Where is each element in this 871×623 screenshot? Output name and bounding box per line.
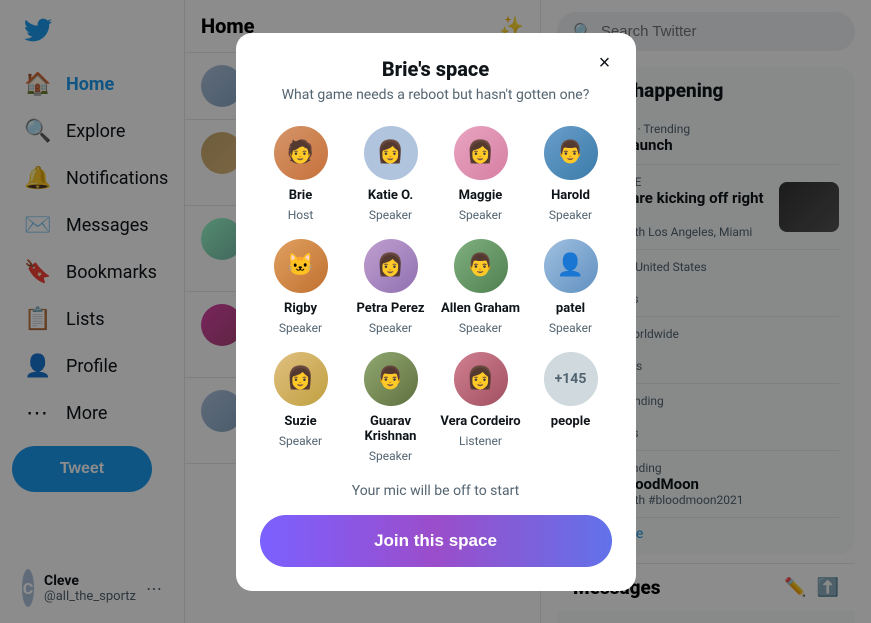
speaker-role: Speaker <box>279 321 322 335</box>
speaker-name: Guarav Krishnan <box>350 414 432 444</box>
modal-title: Brie's space <box>260 57 612 81</box>
modal-subtitle: What game needs a reboot but hasn't gott… <box>260 87 612 103</box>
speaker-item-petra: 👩 Petra Perez Speaker <box>350 236 432 335</box>
speaker-role: Speaker <box>279 434 322 448</box>
close-button[interactable]: × <box>588 47 622 81</box>
speaker-name: Rigby <box>284 301 317 316</box>
speaker-item-vera: 👩 Vera Cordeiro Listener <box>440 349 522 463</box>
speaker-name: Suzie <box>284 414 316 429</box>
speaker-role: Speaker <box>549 321 592 335</box>
avatar: 👤 <box>541 236 601 296</box>
speaker-name: Vera Cordeiro <box>440 414 520 429</box>
modal-overlay[interactable]: × Brie's space What game needs a reboot … <box>0 0 871 623</box>
speaker-name: Harold <box>551 188 590 203</box>
mic-note: Your mic will be off to start <box>260 483 612 499</box>
avatar: 👨 <box>451 236 511 296</box>
speaker-item-patel: 👤 patel Speaker <box>530 236 612 335</box>
avatar: 🐱 <box>271 236 331 296</box>
speaker-role: Listener <box>459 434 502 448</box>
avatar: 👩 <box>271 349 331 409</box>
more-people-label: people <box>551 414 590 429</box>
speaker-item-katie: 👩 Katie O. Speaker <box>350 123 432 222</box>
more-people-avatar: +145 <box>541 349 601 409</box>
avatar: 👨 <box>361 349 421 409</box>
speaker-item-harold: 👨 Harold Speaker <box>530 123 612 222</box>
space-modal: × Brie's space What game needs a reboot … <box>236 33 636 591</box>
speakers-grid: 🧑 Brie Host 👩 Katie O. Speaker 👩 Maggie … <box>260 123 612 463</box>
speaker-item-suzie: 👩 Suzie Speaker <box>260 349 342 463</box>
speaker-name: Allen Graham <box>441 301 520 316</box>
speaker-role: Host <box>288 208 314 222</box>
speaker-role: Speaker <box>459 208 502 222</box>
speaker-item-maggie: 👩 Maggie Speaker <box>440 123 522 222</box>
avatar: 👩 <box>361 236 421 296</box>
avatar: 🧑 <box>271 123 331 183</box>
avatar: 👨 <box>541 123 601 183</box>
speaker-name: Petra Perez <box>356 301 424 316</box>
speaker-role: Speaker <box>369 321 412 335</box>
avatar: 👩 <box>361 123 421 183</box>
speaker-role: Speaker <box>549 208 592 222</box>
speaker-item-allen: 👨 Allen Graham Speaker <box>440 236 522 335</box>
speaker-role: Speaker <box>459 321 502 335</box>
speaker-role: Speaker <box>369 208 412 222</box>
speaker-name: patel <box>556 301 585 316</box>
avatar: 👩 <box>451 349 511 409</box>
speaker-item-brie: 🧑 Brie Host <box>260 123 342 222</box>
avatar: 👩 <box>451 123 511 183</box>
speaker-name: Maggie <box>459 188 503 203</box>
speaker-item-guarav: 👨 Guarav Krishnan Speaker <box>350 349 432 463</box>
join-space-button[interactable]: Join this space <box>260 515 612 567</box>
more-people-item: +145 people <box>530 349 612 463</box>
speaker-item-rigby: 🐱 Rigby Speaker <box>260 236 342 335</box>
speaker-name: Brie <box>289 188 313 203</box>
speaker-role: Speaker <box>369 449 412 463</box>
speaker-name: Katie O. <box>368 188 413 203</box>
